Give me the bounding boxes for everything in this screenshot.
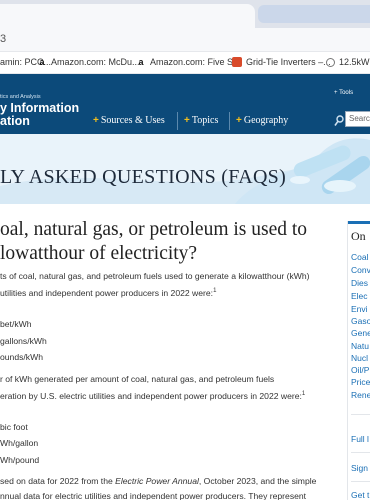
amazon-icon: a	[138, 57, 144, 67]
get-link[interactable]: Get t	[351, 490, 369, 500]
sidebar-divider	[351, 481, 370, 482]
source-link[interactable]: Electric Power Annual	[115, 476, 199, 486]
faq-banner: LY ASKED QUESTIONS (FAQS)	[0, 134, 370, 204]
bookmark-item[interactable]: 12.5kW F	[326, 57, 370, 67]
sidebar-link[interactable]: Gene	[351, 328, 370, 338]
paragraph-text: eration by U.S. electric utilities and i…	[0, 390, 302, 401]
bookmarks-bar: amin: PCC... a Amazon.com: McDu... a Ama…	[0, 52, 370, 74]
sidebar-link[interactable]: Oil/P	[351, 365, 369, 375]
list-item: ounds/kWh	[0, 352, 43, 362]
plus-icon: +	[93, 115, 99, 126]
faq-question: oal, natural gas, or petroleum is used t…	[0, 218, 307, 266]
nav-topics[interactable]: + Topics	[184, 115, 218, 126]
list-item: bic foot	[0, 422, 28, 432]
site-header: tics and Analysis y Information ation + S…	[0, 74, 370, 134]
footnote-text-part: , October 2023, and the simple	[198, 476, 317, 486]
nav-divider	[177, 112, 178, 130]
sidebar-link[interactable]: Coal	[351, 252, 368, 262]
sidebar-link[interactable]: Dies	[351, 278, 368, 288]
paragraph-generation: r of kWh generated per amount of coal, n…	[0, 372, 305, 403]
paragraph-line: ts of coal, natural gas, and petroleum f…	[0, 271, 310, 281]
page-title: LY ASKED QUESTIONS (FAQS)	[0, 166, 287, 188]
bookmark-label: Amazon.com: McDu...	[51, 57, 140, 67]
full-list-link[interactable]: Full l	[351, 434, 369, 444]
sidebar-link[interactable]: Conv	[351, 265, 370, 275]
tools-menu[interactable]: + Tools	[334, 90, 353, 96]
question-line: oal, natural gas, or petroleum is used t…	[0, 219, 308, 240]
plus-icon: +	[334, 90, 338, 96]
list-item: Wh/gallon	[0, 438, 39, 448]
sidebar-border	[347, 221, 348, 500]
address-bar[interactable]: 3	[0, 28, 370, 52]
bookmark-item[interactable]: a Amazon.com: Five S...	[136, 57, 241, 67]
nav-label: Sources & Uses	[100, 115, 165, 126]
grid-tie-icon	[232, 57, 242, 67]
footnote-ref[interactable]: 1	[302, 391, 305, 397]
nav-geography[interactable]: + Geography	[236, 115, 288, 126]
sidebar-link[interactable]: Rene	[351, 390, 370, 400]
bookmark-item[interactable]: a Amazon.com: McDu...	[37, 57, 140, 67]
list-item: bet/kWh	[0, 319, 32, 329]
org-name-line2: ation	[0, 114, 30, 128]
search-icon[interactable]	[334, 114, 344, 126]
nav-label: Geography	[243, 115, 289, 126]
sidebar-link[interactable]: Envi	[351, 304, 368, 314]
question-line: lowatthour of electricity?	[0, 243, 198, 264]
inactive-tab[interactable]	[258, 5, 370, 23]
footnote-text: sed on data for 2022 from the Electric P…	[0, 474, 316, 500]
paragraph-line: r of kWh generated per amount of coal, n…	[0, 374, 275, 384]
browser-tab-strip	[0, 0, 370, 28]
org-tagline: tics and Analysis	[0, 94, 41, 100]
search-input[interactable]: Search	[345, 111, 370, 127]
list-item: Wh/pound	[0, 455, 40, 465]
paragraph-line: utilities and independent power producer…	[0, 284, 310, 300]
nav-divider	[229, 112, 230, 130]
amazon-icon: a	[39, 57, 45, 67]
paragraph-fuel-use: ts of coal, natural gas, and petroleum f…	[0, 269, 310, 300]
bookmark-label: Amazon.com: Five S...	[150, 57, 241, 67]
sidebar-link[interactable]: Nucl	[351, 353, 368, 363]
footnote-text-part: sed on data for 2022 from the	[0, 476, 116, 486]
sidebar-link[interactable]: Natu	[351, 341, 369, 351]
sidebar-link[interactable]: Elec	[351, 291, 368, 301]
paragraph-line: eration by U.S. electric utilities and i…	[0, 387, 305, 403]
sidebar-accent-rule	[348, 221, 370, 224]
footnote-line: nnual data for electric utilities and in…	[0, 490, 307, 500]
sidebar-heading: On	[351, 229, 366, 243]
tools-label: Tools	[339, 90, 354, 96]
bookmark-item[interactable]: Grid-Tie Inverters –...	[232, 57, 331, 67]
nav-label: Topics	[191, 115, 219, 126]
sidebar-link[interactable]: Price	[351, 377, 370, 387]
signup-link[interactable]: Sign	[351, 463, 368, 473]
sidebar-link[interactable]: Gaso	[351, 316, 370, 326]
plus-icon: +	[236, 115, 242, 126]
footnote-line: sed on data for 2022 from the Electric P…	[0, 474, 316, 489]
bookmark-label: Grid-Tie Inverters –...	[246, 57, 331, 67]
sidebar-divider	[351, 452, 370, 453]
active-tab[interactable]	[0, 4, 255, 28]
plus-icon: +	[184, 115, 190, 126]
site-logo[interactable]: y Information ation	[0, 102, 79, 128]
footnote-ref[interactable]: 1	[213, 288, 216, 294]
list-item: gallons/kWh	[0, 336, 47, 346]
bookmark-label: 12.5kW F	[339, 57, 370, 67]
power-icon	[326, 57, 335, 67]
paragraph-text: utilities and independent power producer…	[0, 287, 214, 298]
sidebar-divider	[351, 414, 370, 415]
nav-sources-uses[interactable]: + Sources & Uses	[93, 115, 165, 126]
url-text: 3	[0, 33, 7, 45]
